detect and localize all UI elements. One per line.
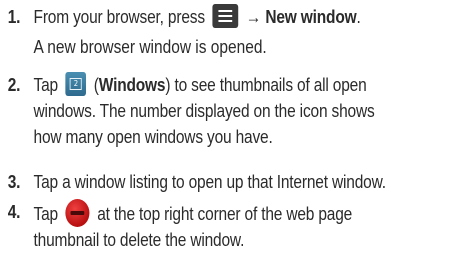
- step-text-line2: thumbnail to delete the window.: [33, 230, 245, 250]
- step-1: 1. From your browser, press → New window…: [0, 4, 464, 30]
- step-number: 1.: [7, 7, 21, 27]
- step-text-line3: how many open windows you have.: [33, 127, 273, 147]
- step-number: 4.: [7, 202, 21, 222]
- step-1-result: A new browser window is opened.: [33, 37, 267, 57]
- windows-count-badge: 2: [69, 78, 82, 90]
- step-text-line2: windows. The number displayed on the ico…: [33, 101, 375, 121]
- step-3: 3. Tap a window listing to open up that …: [0, 169, 464, 195]
- step-text: From your browser, press: [33, 7, 206, 27]
- new-window-label: New window: [265, 7, 357, 27]
- step-2: 2. Tap 2 (Windows) to see thumbnails of …: [0, 72, 464, 150]
- menu-icon: [212, 4, 239, 28]
- step-text-end: .: [356, 7, 361, 27]
- windows-icon: 2: [65, 72, 87, 96]
- step-text: Tap a window listing to open up that Int…: [33, 172, 386, 192]
- step-4: 4. Tap at the top right corner of the we…: [0, 199, 464, 253]
- step-number: 3.: [7, 172, 21, 192]
- step-text: Tap: [33, 75, 59, 95]
- arrow: →: [245, 7, 262, 27]
- windows-label: Windows: [98, 75, 166, 95]
- step-text-rest: to see thumbnails of all open: [170, 75, 367, 95]
- close-window-icon: [65, 199, 90, 227]
- step-text-rest: at the top right corner of the web page: [97, 204, 353, 224]
- step-number: 2.: [7, 75, 21, 95]
- step-text: Tap: [33, 204, 59, 224]
